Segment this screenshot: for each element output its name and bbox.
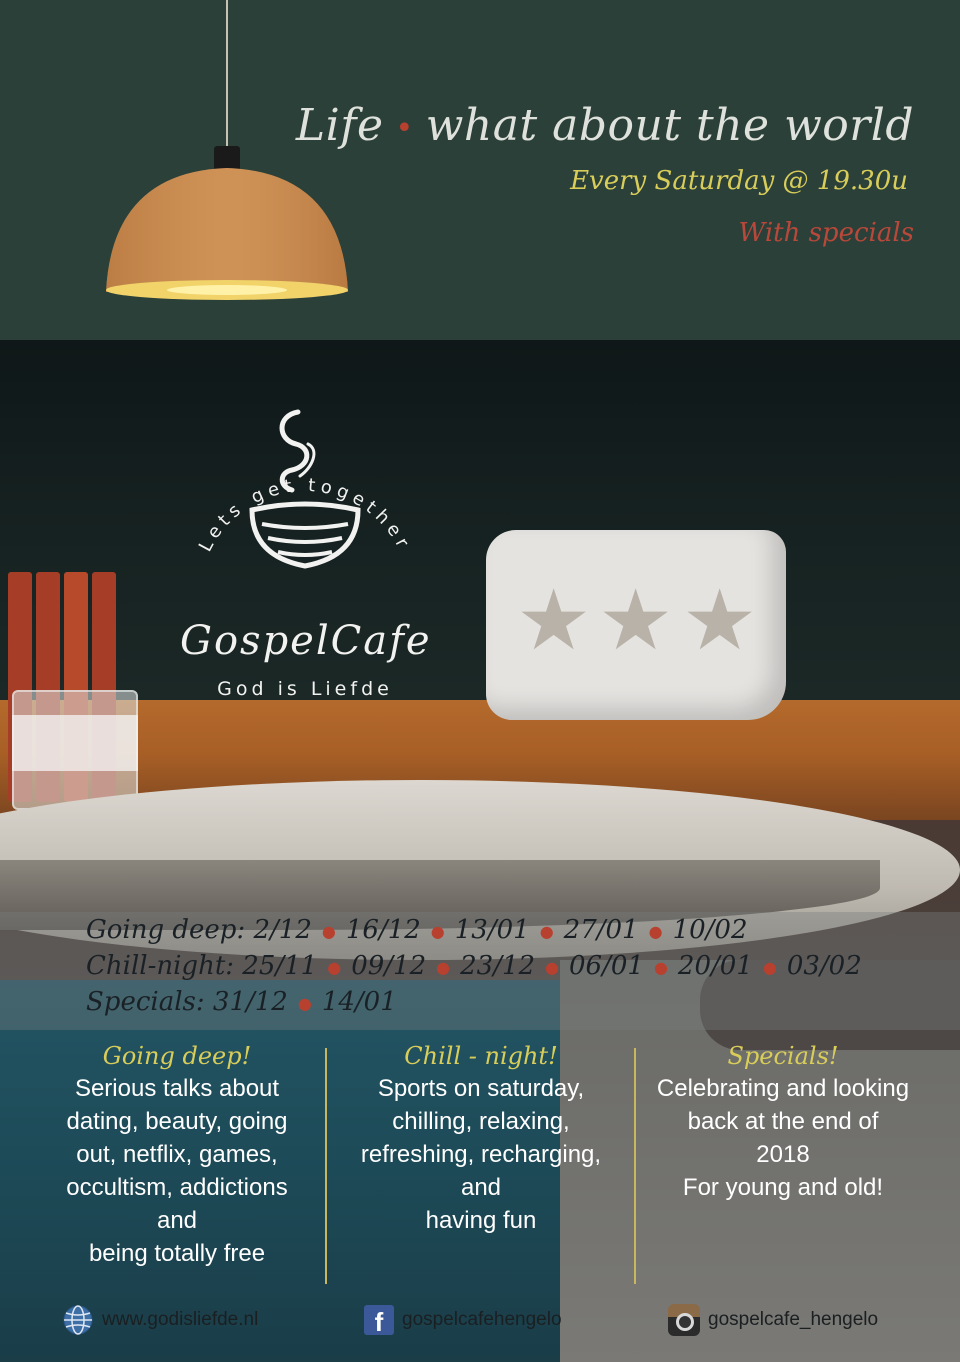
separator-dot: ● [539,921,554,941]
column-line: and [460,1174,502,1201]
headline: Life • what about the world [296,100,914,151]
headline-separator: • [395,111,414,146]
date-item: 09/12 [351,951,427,981]
column-line: Celebrating and looking [656,1075,910,1102]
facebook-text: gospelcafehengelo [402,1309,562,1330]
column-line: refreshing, recharging, [360,1141,602,1168]
date-item: 14/01 [321,987,397,1017]
date-item: 03/02 [786,951,862,981]
separator-dot: ● [321,921,336,941]
separator-dot: ● [297,993,312,1013]
cup-logo-icon: Lets get together [195,409,410,569]
separator-dot: ● [327,957,342,977]
glass-label [12,715,138,771]
star-icon: ★ [598,571,674,669]
headline-part-2: what about the world [425,100,914,151]
column-line: back at the end of [687,1108,879,1135]
date-item: 16/12 [345,915,421,945]
column-title: Going deep! [102,1042,252,1070]
facebook-link[interactable]: f gospelcafehengelo [364,1302,562,1338]
star-icon: ★ [516,571,592,669]
headline-part-1: Life [295,100,384,151]
date-item: 06/01 [569,951,644,981]
dates-chill-night: Chill-night: 25/11 ● 09/12 ● 23/12 ● 06/01 ● 20/… [86,951,862,981]
gospelcafe-logo: Lets get together GospelCafe God is Lief… [180,406,432,700]
date-item: 20/01 [677,951,753,981]
date-item: 31/12 [212,987,288,1017]
column-line: having fun [425,1207,537,1234]
website-text: www.godisliefde.nl [102,1309,259,1330]
header-band: Life • what about the world Every Saturday… [0,0,960,340]
separator-dot: ● [545,957,560,977]
instagram-link[interactable]: gospelcafe_hengelo [668,1302,878,1338]
separator-dot: ● [436,957,451,977]
cafe-photo: ★ ★ ★ Lets get together GospelCafe God i… [0,340,960,1362]
globe-icon [63,1305,93,1335]
column-going-deep: Going deep! Serious talks about dating, … [36,1040,318,1270]
website-link[interactable]: www.godisliefde.nl [62,1302,258,1338]
dates-label: Going deep: [86,915,246,945]
column-line: 2018 [756,1141,810,1168]
date-item: 13/01 [454,915,530,945]
dates-label: Specials: [86,987,205,1017]
column-specials: Specials! Celebrating and looking back a… [640,1040,926,1204]
dates-specials: Specials: 31/12 ● 14/01 [86,987,397,1017]
star-pillow: ★ ★ ★ [486,530,786,720]
separator-dot: ● [653,957,668,977]
separator-dot: ● [430,921,445,941]
column-line: occultism, addictions [66,1174,288,1201]
facebook-icon: f [364,1305,394,1337]
pendant-lamp-illustration [106,0,348,300]
column-line: Serious talks about [74,1075,280,1102]
column-divider [325,1048,327,1284]
column-chill-night: Chill - night! Sports on saturday, chill… [340,1040,622,1237]
column-line: out, netflix, games, [76,1141,278,1168]
star-icon: ★ [682,571,758,669]
column-divider [634,1048,636,1284]
date-item: 23/12 [460,951,536,981]
dates-going-deep: Going deep: 2/12 ● 16/12 ● 13/01 ● 27/01 ● 10/02 [86,915,748,945]
logo-subtitle: God is Liefde [217,678,393,700]
date-item: 2/12 [253,915,312,945]
logo-name: GospelCafe [180,618,432,664]
column-line: chilling, relaxing, [392,1108,570,1135]
date-item: 27/01 [563,915,639,945]
column-line: For young and old! [682,1174,884,1201]
date-item: 25/11 [242,951,318,981]
wall [0,340,960,700]
specials-text: With specials [738,218,914,248]
dates-label: Chill-night: [86,951,235,981]
instagram-text: gospelcafe_hengelo [708,1309,879,1330]
column-title: Chill - night! [404,1042,558,1070]
column-title: Specials! [727,1042,839,1070]
column-line: being totally free [88,1240,266,1267]
instagram-icon [668,1304,700,1336]
date-item: 10/02 [672,915,748,945]
separator-dot: ● [762,957,777,977]
column-line: dating, beauty, going [66,1108,288,1135]
separator-dot: ● [648,921,663,941]
schedule-text: Every Saturday @ 19.30u [570,166,908,196]
column-line: Sports on saturday, [377,1075,585,1102]
column-line: and [156,1207,198,1234]
